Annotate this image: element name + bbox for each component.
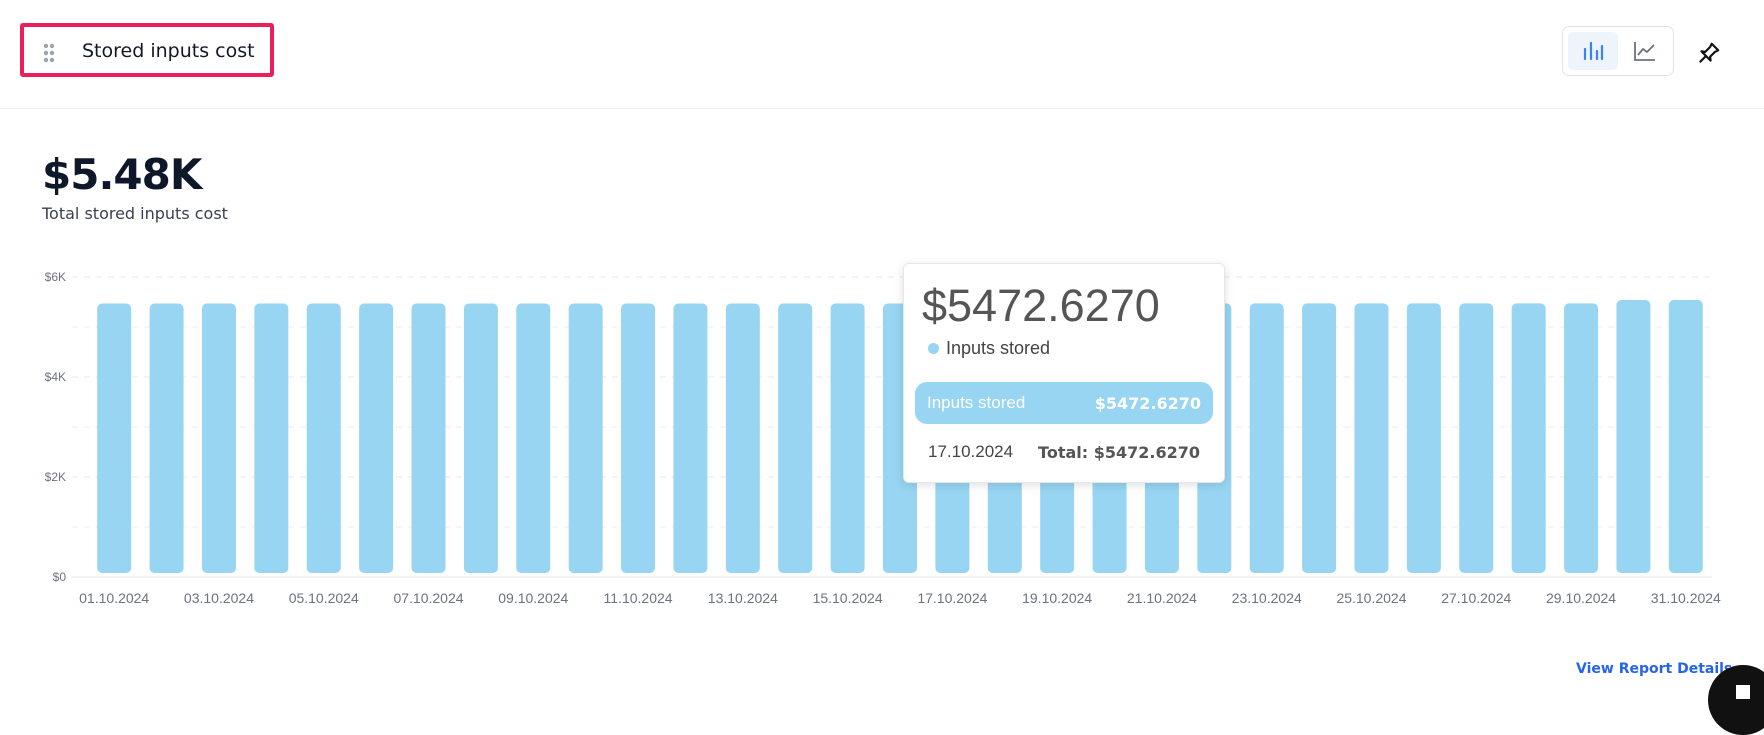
x-tick-label: 17.10.2024 bbox=[917, 590, 987, 606]
tooltip-date: 17.10.2024 bbox=[928, 442, 1014, 461]
bar bbox=[1616, 300, 1651, 573]
bar bbox=[306, 303, 341, 573]
x-tick-label: 09.10.2024 bbox=[498, 590, 568, 606]
x-tick-label: 27.10.2024 bbox=[1441, 590, 1511, 606]
x-tick-label: 13.10.2024 bbox=[708, 590, 778, 606]
tooltip-series: Inputs stored bbox=[928, 338, 1050, 359]
bar bbox=[201, 303, 236, 573]
x-tick-label: 21.10.2024 bbox=[1127, 590, 1197, 606]
line-chart-icon bbox=[1634, 42, 1655, 61]
drag-handle-icon[interactable] bbox=[43, 43, 55, 63]
bar bbox=[254, 303, 289, 573]
widget-square-icon bbox=[1736, 685, 1750, 699]
y-tick-label: $0 bbox=[53, 570, 67, 584]
tooltip-row-label: Inputs stored bbox=[927, 393, 1026, 412]
pin-icon bbox=[1699, 42, 1720, 63]
x-tick-label: 03.10.2024 bbox=[184, 590, 254, 606]
bar bbox=[463, 303, 498, 573]
tooltip-value: $5472.6270 bbox=[922, 280, 1160, 331]
x-tick-label: 01.10.2024 bbox=[79, 590, 149, 606]
tooltip-row-value: $5472.6270 bbox=[1094, 393, 1201, 413]
bar-chart-icon bbox=[1583, 41, 1604, 61]
total-label: Total stored inputs cost bbox=[42, 204, 228, 223]
bar bbox=[1302, 303, 1337, 573]
bar bbox=[568, 303, 603, 573]
bar bbox=[1511, 303, 1546, 573]
widget-title: Stored inputs cost bbox=[82, 40, 255, 62]
bar bbox=[1249, 303, 1284, 573]
x-tick-label: 29.10.2024 bbox=[1546, 590, 1616, 606]
bar bbox=[1564, 303, 1599, 573]
chart-type-toggle bbox=[1562, 26, 1674, 76]
tooltip-series-name: Inputs stored bbox=[946, 338, 1051, 358]
widget-title-box[interactable]: Stored inputs cost bbox=[20, 23, 274, 77]
x-tick-label: 19.10.2024 bbox=[1022, 590, 1092, 606]
bar bbox=[1459, 303, 1494, 573]
bar bbox=[411, 303, 446, 573]
x-tick-label: 31.10.2024 bbox=[1651, 590, 1721, 606]
bar bbox=[830, 303, 865, 573]
line-chart-button[interactable] bbox=[1620, 32, 1670, 70]
bar bbox=[621, 303, 656, 573]
y-tick-label: $4K bbox=[45, 370, 66, 384]
tooltip-series-row: Inputs stored $5472.6270 bbox=[915, 382, 1213, 424]
bar bbox=[1668, 300, 1703, 573]
bar bbox=[97, 303, 132, 573]
view-report-details-link[interactable]: View Report Details bbox=[1576, 661, 1732, 677]
y-tick-label: $2K bbox=[45, 470, 66, 484]
bar bbox=[149, 303, 184, 573]
x-tick-label: 05.10.2024 bbox=[289, 590, 359, 606]
bar bbox=[778, 303, 813, 573]
bar bbox=[725, 303, 760, 573]
bar-chart: $0 $2K $4K $6K 01.10.2024 03.10.2024 05.10.202… bbox=[45, 270, 1721, 606]
x-tick-label: 15.10.2024 bbox=[813, 590, 883, 606]
x-tick-label: 23.10.2024 bbox=[1232, 590, 1302, 606]
bar bbox=[359, 303, 394, 573]
series-color-dot bbox=[928, 343, 939, 354]
x-tick-label: 25.10.2024 bbox=[1336, 590, 1406, 606]
chart-tooltip: $5472.6270 Inputs stored Inputs stored $… bbox=[903, 263, 1225, 483]
x-tick-label: 07.10.2024 bbox=[393, 590, 463, 606]
total-value: $5.48K bbox=[42, 150, 202, 199]
bar bbox=[1406, 303, 1441, 573]
help-widget-button[interactable] bbox=[1708, 665, 1764, 735]
tooltip-total: Total: $5472.6270 bbox=[1038, 443, 1200, 462]
bar bbox=[673, 303, 708, 573]
bar bbox=[1354, 303, 1389, 573]
bar-chart-button[interactable] bbox=[1568, 32, 1618, 70]
widget-header: Stored inputs cost bbox=[0, 0, 1764, 109]
pin-button[interactable] bbox=[1692, 36, 1726, 70]
y-tick-label: $6K bbox=[45, 270, 66, 284]
bar bbox=[516, 303, 551, 573]
x-tick-label: 11.10.2024 bbox=[604, 590, 673, 606]
